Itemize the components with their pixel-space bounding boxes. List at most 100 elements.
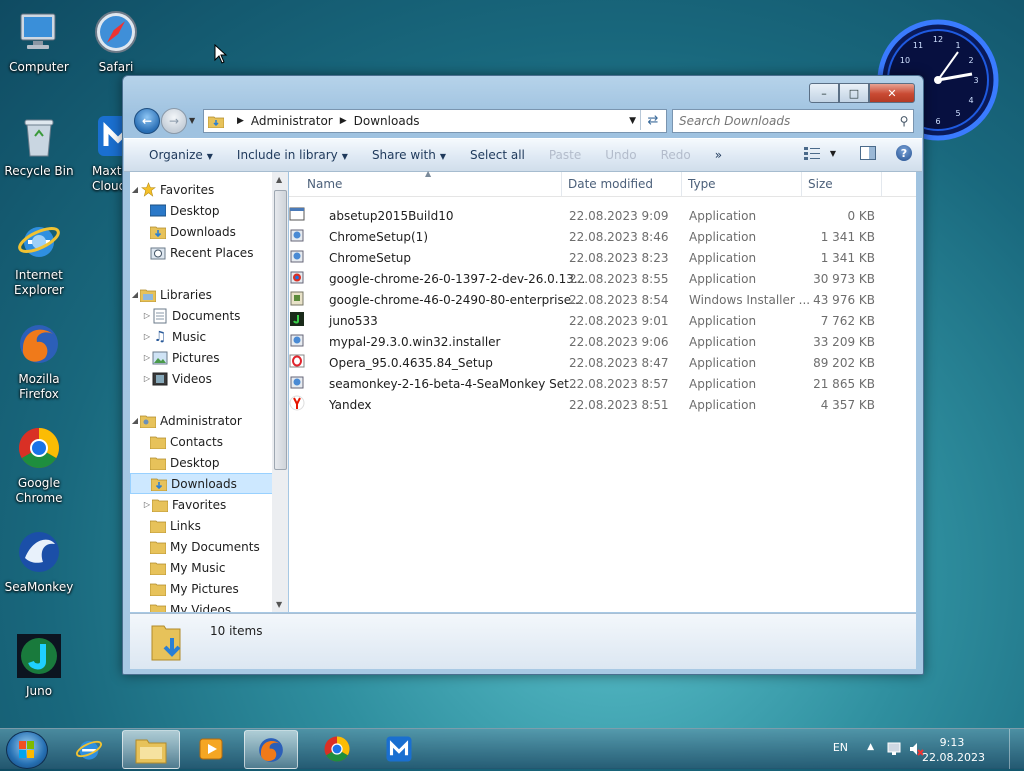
nav-recent-places[interactable]: Recent Places: [130, 242, 287, 263]
maximize-button[interactable]: □: [839, 83, 869, 103]
minimize-button[interactable]: –: [809, 83, 839, 103]
desktop-icon-firefox[interactable]: Mozilla Firefox: [1, 320, 77, 402]
taskbar-firefox[interactable]: [244, 730, 298, 769]
address-history-dropdown[interactable]: ▼: [629, 116, 636, 126]
breadcrumb-administrator[interactable]: Administrator: [251, 114, 333, 128]
select-all-button[interactable]: Select all: [470, 148, 525, 162]
collapse-arrow-icon[interactable]: ◢: [130, 185, 140, 194]
undo-button[interactable]: Undo: [605, 148, 636, 162]
view-dropdown-icon[interactable]: ▼: [830, 149, 836, 158]
explorer-window[interactable]: – □ ✕ ← → ▼ ▶ Administrator ▶ Downloads …: [122, 75, 924, 675]
file-list[interactable]: ▲ Name Date modified Type Size absetup20…: [289, 169, 916, 612]
close-button[interactable]: ✕: [869, 83, 915, 103]
desktop-icon-chrome[interactable]: Google Chrome: [1, 424, 77, 506]
show-hidden-icons-icon[interactable]: ▲: [867, 742, 874, 752]
breadcrumb-separator-icon: ▶: [237, 116, 244, 126]
network-icon[interactable]: [886, 741, 902, 757]
nav-downloads[interactable]: Downloads: [130, 221, 287, 242]
nav-favorites-2[interactable]: ▷ Favorites: [130, 494, 287, 515]
more-commands-button[interactable]: »: [715, 148, 722, 162]
search-box[interactable]: ⚲: [672, 109, 914, 133]
desktop-icon-seamonkey[interactable]: SeaMonkey: [1, 528, 77, 595]
file-row[interactable]: seamonkey-2-16-beta-4-SeaMonkey Set... 2…: [289, 374, 916, 395]
nav-videos[interactable]: ▷ Videos: [130, 368, 287, 389]
nav-desktop[interactable]: Desktop: [130, 200, 287, 221]
taskbar-chrome[interactable]: [310, 730, 364, 767]
desktop-icon-maxthon[interactable]: Maxthon Cloud: [78, 112, 122, 194]
nav-links[interactable]: Links: [130, 515, 287, 536]
breadcrumb-downloads[interactable]: Downloads: [354, 114, 420, 128]
nav-my-pictures[interactable]: My Pictures: [130, 578, 287, 599]
file-row[interactable]: ChromeSetup 22.08.2023 8:23 Application …: [289, 248, 916, 269]
preview-pane-icon[interactable]: [860, 146, 876, 160]
navigation-pane-scrollbar[interactable]: ▲ ▼: [272, 172, 288, 612]
back-button[interactable]: ←: [134, 108, 160, 134]
juno-file-icon: [290, 312, 304, 326]
file-row[interactable]: google-chrome-26-0-1397-2-dev-26.0.13...…: [289, 269, 916, 290]
redo-button[interactable]: Redo: [661, 148, 691, 162]
taskbar-explorer[interactable]: [122, 730, 180, 769]
column-header-name[interactable]: Name: [307, 177, 342, 191]
nav-pictures[interactable]: ▷ Pictures: [130, 347, 287, 368]
nav-my-documents[interactable]: My Documents: [130, 536, 287, 557]
computer-icon: [20, 13, 56, 49]
language-indicator[interactable]: EN: [833, 741, 848, 754]
search-icon[interactable]: ⚲: [895, 114, 913, 128]
file-row[interactable]: absetup2015Build10 22.08.2023 9:09 Appli…: [289, 206, 916, 227]
column-header-type[interactable]: Type: [688, 177, 716, 191]
file-row[interactable]: Yandex 22.08.2023 8:51 Application 4 357…: [289, 395, 916, 416]
desktop-icon-computer[interactable]: Computer: [1, 8, 77, 75]
file-row[interactable]: ChromeSetup(1) 22.08.2023 8:46 Applicati…: [289, 227, 916, 248]
start-button[interactable]: [6, 731, 48, 769]
help-icon[interactable]: ?: [896, 145, 912, 161]
scrollbar-thumb[interactable]: [274, 190, 287, 470]
file-row[interactable]: juno533 22.08.2023 9:01 Application 7 76…: [289, 311, 916, 332]
scroll-down-icon[interactable]: ▼: [276, 600, 282, 609]
expand-arrow-icon[interactable]: ▷: [142, 332, 152, 341]
nav-music[interactable]: ▷ ♫ Music: [130, 326, 287, 347]
nav-desktop-2[interactable]: Desktop: [130, 452, 287, 473]
organize-button[interactable]: Organize ▼: [149, 148, 213, 162]
taskbar-internet-explorer[interactable]: [62, 730, 116, 767]
navigation-pane[interactable]: ◢ Favorites Desktop Downloads Recent Pla…: [130, 172, 288, 612]
search-input[interactable]: [673, 113, 895, 129]
share-with-button[interactable]: Share with ▼: [372, 148, 446, 162]
nav-libraries[interactable]: ◢ Libraries: [130, 284, 279, 305]
file-row[interactable]: google-chrome-46-0-2490-80-enterprise...…: [289, 290, 916, 311]
firefox-icon: [259, 737, 283, 762]
desktop-icon-internet-explorer[interactable]: Internet Explorer: [1, 216, 77, 298]
collapse-arrow-icon[interactable]: ◢: [130, 290, 140, 299]
nav-documents[interactable]: ▷ Documents: [130, 305, 287, 326]
paste-button[interactable]: Paste: [549, 148, 581, 162]
expand-arrow-icon[interactable]: ▷: [142, 500, 152, 509]
clock[interactable]: 9:13 22.08.2023: [922, 735, 985, 765]
recent-pages-dropdown[interactable]: ▼: [189, 116, 195, 125]
include-in-library-button[interactable]: Include in library ▼: [237, 148, 348, 162]
file-row[interactable]: Opera_95.0.4635.84_Setup 22.08.2023 8:47…: [289, 353, 916, 374]
column-header-date[interactable]: Date modified: [568, 177, 653, 191]
desktop-icon-juno[interactable]: Juno: [1, 632, 77, 699]
desktop-icon-recycle-bin[interactable]: Recycle Bin: [1, 112, 77, 179]
refresh-button[interactable]: ⇄: [640, 110, 665, 130]
collapse-arrow-icon[interactable]: ◢: [130, 416, 140, 425]
column-header-size[interactable]: Size: [808, 177, 833, 191]
nav-contacts[interactable]: Contacts: [130, 431, 287, 452]
scroll-up-icon[interactable]: ▲: [276, 175, 282, 184]
desktop-icon-safari[interactable]: Safari: [78, 8, 154, 75]
documents-icon: [152, 308, 168, 324]
nav-my-music[interactable]: My Music: [130, 557, 287, 578]
nav-administrator[interactable]: ◢ Administrator: [130, 410, 279, 431]
expand-arrow-icon[interactable]: ▷: [142, 311, 152, 320]
nav-favorites[interactable]: ◢ Favorites: [130, 179, 279, 200]
change-view-icon[interactable]: [803, 146, 820, 160]
expand-arrow-icon[interactable]: ▷: [142, 353, 152, 362]
expand-arrow-icon[interactable]: ▷: [142, 374, 152, 383]
nav-downloads-selected[interactable]: Downloads: [130, 473, 279, 494]
address-bar[interactable]: ▶ Administrator ▶ Downloads ▼: [203, 109, 667, 133]
show-desktop-button[interactable]: [1009, 729, 1024, 769]
nav-my-videos[interactable]: My Videos: [130, 599, 287, 612]
forward-button[interactable]: →: [161, 108, 187, 134]
taskbar-media-player[interactable]: [184, 730, 238, 767]
file-row[interactable]: mypal-29.3.0.win32.installer 22.08.2023 …: [289, 332, 916, 353]
taskbar-maxthon[interactable]: [372, 730, 426, 767]
